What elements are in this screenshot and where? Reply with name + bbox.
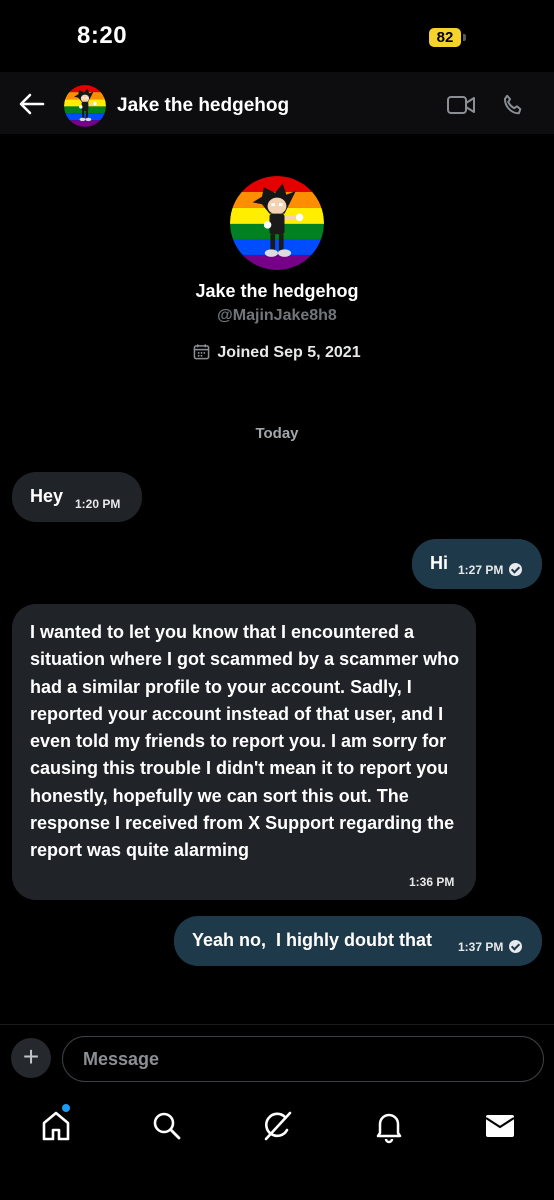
back-button[interactable] [18, 92, 46, 116]
video-camera-icon [447, 96, 475, 114]
home-icon [42, 1111, 70, 1141]
tab-grok[interactable] [260, 1108, 296, 1144]
tab-home[interactable] [38, 1108, 74, 1144]
calendar-icon [194, 344, 210, 360]
read-check-icon [509, 563, 523, 576]
message-text: Hey [30, 486, 64, 506]
header-contact-name[interactable]: Jake the hedgehog [117, 95, 289, 117]
message-text: Hi [430, 553, 448, 573]
bottom-tab-bar [0, 1096, 554, 1200]
arrow-left-icon [19, 93, 45, 115]
grok-icon [264, 1111, 292, 1141]
search-icon [153, 1112, 181, 1140]
message-meta: 1:27 PM [458, 563, 523, 577]
message-text: Yeah no, I highly doubt that [192, 930, 432, 950]
voice-call-button[interactable] [500, 92, 526, 118]
message-time: 1:27 PM [458, 563, 504, 577]
battery-tip [463, 34, 466, 41]
profile-joined-row: Joined Sep 5, 2021 [0, 343, 554, 362]
message-bubble-outgoing[interactable]: Hi 1:27 PM [412, 539, 542, 589]
message-time: 1:37 PM [458, 940, 504, 954]
profile-name: Jake the hedgehog [195, 281, 359, 301]
conversation-header: Jake the hedgehog [0, 72, 554, 134]
header-avatar[interactable] [64, 85, 106, 127]
message-bubble-incoming[interactable]: Hey 1:20 PM [12, 472, 142, 522]
tab-messages[interactable] [482, 1108, 518, 1144]
profile-handle: @MajinJake8h8 [217, 307, 337, 324]
add-attachment-button[interactable]: + [11, 1038, 51, 1078]
home-notification-dot [62, 1104, 70, 1112]
profile-joined-text: Joined Sep 5, 2021 [217, 344, 361, 361]
phone-icon [504, 94, 522, 115]
message-meta: 1:37 PM [458, 940, 523, 954]
status-time: 8:20 [77, 22, 128, 49]
message-text: I wanted to let you know that I encounte… [30, 622, 460, 861]
tab-search[interactable] [149, 1108, 185, 1144]
message-time: 1:36 PM [409, 875, 455, 889]
mail-icon [485, 1115, 515, 1137]
message-bubble-outgoing[interactable]: Yeah no, I highly doubt that 1:37 PM [174, 916, 542, 966]
date-divider: Today [255, 425, 299, 442]
message-input[interactable] [62, 1036, 544, 1082]
status-bar: 8:20 82 [0, 0, 554, 72]
message-time: 1:20 PM [75, 497, 121, 511]
video-call-button[interactable] [446, 94, 476, 116]
battery-indicator: 82 [429, 28, 461, 47]
message-composer: + [0, 1024, 554, 1096]
tab-notifications[interactable] [371, 1108, 407, 1144]
read-check-icon [509, 940, 523, 953]
plus-icon: + [22, 1041, 40, 1072]
profile-avatar[interactable] [230, 176, 324, 270]
message-bubble-incoming[interactable]: I wanted to let you know that I encounte… [12, 604, 476, 900]
bell-icon [376, 1113, 402, 1144]
